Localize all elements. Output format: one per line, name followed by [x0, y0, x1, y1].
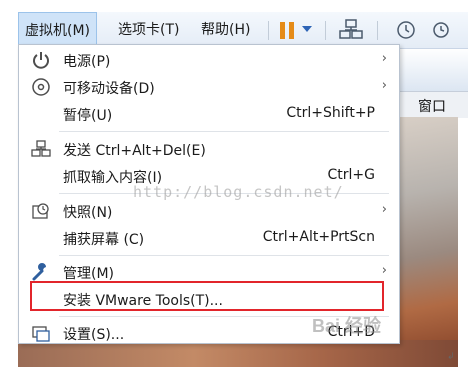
menu-help[interactable]: 帮助(H)	[201, 12, 250, 48]
vm-desktop-wallpaper	[400, 117, 458, 367]
watermark-url: http://blog.csdn.net/	[133, 183, 344, 201]
menu-item-label: 快照(N)	[63, 205, 113, 221]
menu-item-snapshot[interactable]: 快照(N) ›	[19, 198, 399, 224]
snapshot-icon	[32, 203, 49, 219]
snapshot-clock-icon[interactable]	[394, 19, 418, 41]
menu-item-label: 可移动设备(D)	[63, 81, 155, 97]
menu-item-label: 发送 Ctrl+Alt+Del(E)	[63, 143, 206, 159]
watermark-brand: Bai 经验	[312, 316, 382, 336]
menu-item-removable-devices[interactable]: 可移动设备(D) ›	[19, 74, 399, 100]
vm-window-tab-label: 窗口	[418, 99, 446, 115]
submenu-arrow-icon: ›	[381, 51, 387, 66]
toolbar-separator	[377, 21, 378, 40]
menu-item-pause[interactable]: 暂停(U) Ctrl+Shift+P	[19, 101, 399, 127]
vm-toolbar-area	[400, 48, 468, 91]
menu-item-capture-screen[interactable]: 捕获屏幕 (C) Ctrl+Alt+PrtScn	[19, 225, 399, 251]
menu-item-shortcut: Ctrl+Shift+P	[286, 105, 375, 121]
menu-item-label: 捕获屏幕 (C)	[63, 232, 145, 248]
settings-icon	[32, 326, 50, 342]
menu-item-shortcut: Ctrl+Alt+PrtScn	[262, 229, 375, 245]
snapshot-manager-icon[interactable]	[430, 19, 454, 41]
menu-item-label: 设置(S)...	[63, 327, 125, 343]
submenu-arrow-icon: ›	[381, 202, 387, 217]
network-icon	[31, 140, 51, 157]
toolbar-separator	[325, 21, 326, 40]
menu-item-send-ctrl-alt-del[interactable]: 发送 Ctrl+Alt+Del(E)	[19, 136, 399, 162]
submenu-arrow-icon: ›	[381, 263, 387, 278]
toolbar-separator	[268, 21, 269, 40]
pause-icon-bar	[289, 22, 294, 39]
network-icon[interactable]	[339, 19, 363, 41]
menu-vm[interactable]: 虚拟机(M)	[18, 12, 98, 48]
menu-item-shortcut: Ctrl+G	[327, 167, 376, 183]
menu-separator	[59, 255, 389, 256]
menu-tabs[interactable]: 选项卡(T)	[118, 12, 179, 48]
dropdown-arrow-icon[interactable]	[302, 26, 312, 33]
power-icon	[33, 52, 49, 69]
menu-item-power[interactable]: 电源(P) ›	[19, 47, 399, 73]
pause-icon	[280, 22, 285, 39]
menu-item-label: 管理(M)	[63, 266, 115, 282]
menu-separator	[59, 131, 389, 132]
menu-item-label: 暂停(U)	[63, 108, 113, 124]
highlight-box	[30, 281, 384, 311]
disc-icon	[32, 78, 50, 96]
pause-button[interactable]	[278, 12, 316, 48]
wrench-icon	[32, 263, 46, 281]
menu-item-label: 电源(P)	[63, 54, 111, 70]
corner-mark: ↲	[447, 352, 455, 362]
vm-window-tab[interactable]: 窗口	[400, 91, 468, 118]
submenu-arrow-icon: ›	[381, 78, 387, 93]
